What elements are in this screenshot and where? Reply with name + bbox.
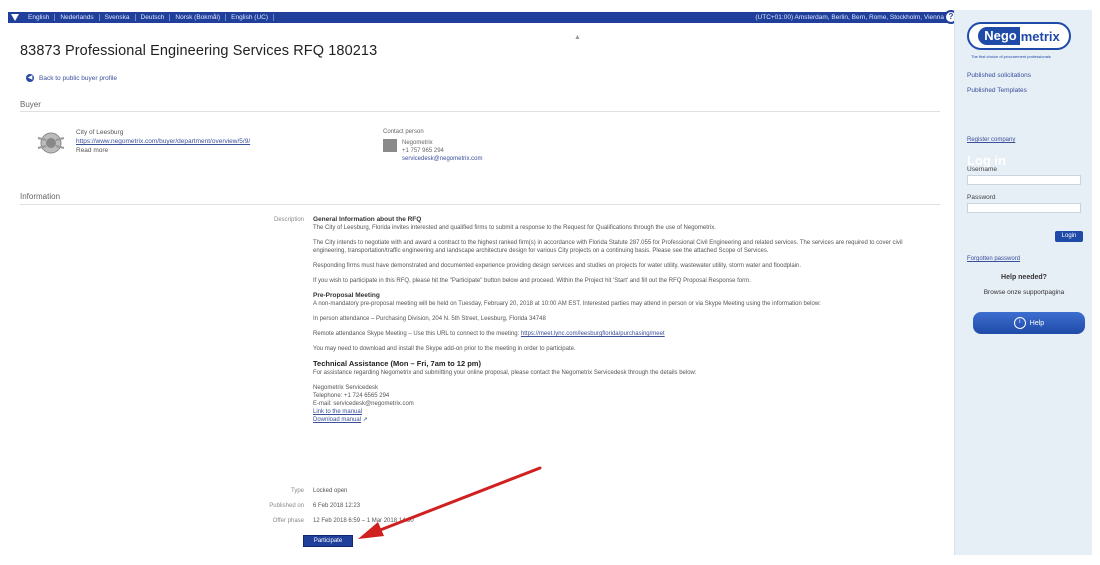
participate-button[interactable]: Participate (303, 535, 353, 547)
contact-phone: +1 757 965 294 (402, 148, 444, 154)
assist-name: Negometrix Servicedesk (313, 385, 379, 391)
buyer-organization: City of Leesburg https://www.negometrix.… (76, 128, 366, 155)
timezone-selector[interactable]: (UTC+01:00) Amsterdam, Berlin, Bern, Rom… (755, 14, 948, 21)
assist-email: E-mail: servicedesk@negometrix.com (313, 401, 414, 407)
preproposal-title: Pre-Proposal Meeting (313, 292, 380, 299)
forgotten-password-link[interactable]: Forgotten password (967, 256, 1020, 262)
external-link-icon: ➚ (362, 417, 368, 423)
contact-person: Contact person Negometrix +1 757 965 294… (383, 128, 523, 163)
password-input[interactable] (967, 203, 1081, 213)
help-button[interactable]: i Help (973, 312, 1085, 334)
lang-english[interactable]: English (23, 14, 56, 21)
register-company-link[interactable]: Register company (967, 137, 1015, 143)
password-label: Password (967, 194, 996, 201)
buyer-heading: Buyer (20, 100, 41, 109)
published-templates-link[interactable]: Published Templates (967, 87, 1027, 94)
general-info-title: General Information about the RFQ (313, 216, 422, 223)
preproposal-p1: A non-mandatory pre-proposal meeting wil… (313, 301, 821, 307)
language-bar: English Nederlands Svenska Deutsch Norsk… (8, 10, 958, 24)
back-arrow-icon: ◀ (26, 74, 34, 82)
lang-norsk[interactable]: Norsk (Bokmål) (170, 14, 227, 21)
contact-card: Negometrix +1 757 965 294 servicedesk@ne… (383, 139, 523, 163)
back-to-buyer-profile-link[interactable]: ◀ Back to public buyer profile (26, 74, 117, 82)
offer-phase-value: 12 Feb 2018 6:59 – 1 Mar 2018 14:30 (313, 518, 414, 524)
back-link-label: Back to public buyer profile (39, 74, 118, 82)
username-label: Username (967, 166, 997, 173)
general-info-p4: If you wish to participate in this RFQ, … (313, 278, 751, 284)
type-label: Type (290, 488, 304, 494)
preproposal-p3: Remote attendance Skype Meeting – Use th… (313, 331, 520, 337)
published-label: Published on (269, 503, 304, 509)
info-icon: i (1013, 317, 1026, 329)
information-heading: Information (20, 192, 61, 201)
info-divider (20, 204, 940, 205)
lang-english-uc[interactable]: English (UC) (226, 14, 275, 21)
contact-avatar-icon (383, 139, 397, 152)
negometrix-logo[interactable]: Nego metrix (967, 22, 1071, 50)
city-seal-logo (37, 132, 65, 154)
dropdown-flag-icon[interactable] (11, 14, 19, 21)
published-value: 6 Feb 2018 12:23 (313, 503, 361, 509)
help-support-text: Browse onze supportpagina (983, 289, 1065, 296)
assist-phone: Telephone: +1 724 6565 294 (313, 393, 390, 399)
preproposal-p4: You may need to download and install the… (313, 346, 576, 352)
buyer-extra[interactable]: Read more (76, 146, 366, 155)
logo-part-2: metrix (1020, 28, 1060, 44)
general-info-p2: The City intends to negotiate with and a… (313, 240, 903, 254)
page-title: 83873 Professional Engineering Services … (20, 43, 378, 59)
login-button[interactable]: Login (1055, 231, 1083, 242)
contact-name: Negometrix (402, 140, 433, 146)
username-input[interactable] (967, 175, 1081, 185)
assistance-p1: For assistance regarding Negometrix and … (313, 370, 697, 376)
help-needed-title: Help needed? (1001, 274, 1047, 281)
general-info-p3: Responding firms must have demonstrated … (313, 263, 802, 269)
lang-deutsch[interactable]: Deutsch (136, 14, 171, 21)
description-content: General Information about the RFQ The Ci… (313, 216, 923, 431)
published-solicitations-link[interactable]: Published solicitations (967, 72, 1031, 79)
contact-label: Contact person (383, 129, 424, 135)
buyer-url-link[interactable]: https://www.negometrix.com/buyer/departm… (76, 137, 366, 146)
help-button-label: Help (1029, 319, 1045, 327)
offer-phase-label: Offer phase (272, 518, 304, 524)
lang-svenska[interactable]: Svenska (100, 14, 136, 21)
lang-nederlands[interactable]: Nederlands (55, 14, 100, 21)
assistance-title: Technical Assistance (Mon – Fri, 7am to … (313, 359, 481, 368)
right-sidebar: Nego metrix The first choice of procureme… (954, 10, 1092, 555)
contact-email-link[interactable]: servicedesk@negometrix.com (402, 156, 482, 162)
description-label: Description (273, 217, 304, 223)
type-value: Locked open (313, 488, 348, 494)
manual-link[interactable]: Link to the manual (313, 409, 362, 415)
general-info-p1: The City of Leesburg, Florida invites in… (313, 225, 716, 231)
collapse-toggle-icon[interactable]: ▲ (574, 34, 581, 41)
logo-part-1: Nego (978, 27, 1020, 45)
buyer-name: City of Leesburg (76, 129, 124, 136)
buyer-divider (20, 111, 940, 112)
preproposal-p2: In person attendance – Purchasing Divisi… (313, 316, 546, 322)
download-manual-link[interactable]: Download manual (313, 417, 361, 423)
tagline: The first choice of procurement professi… (971, 54, 1051, 59)
skype-meeting-link[interactable]: https://meet.lync.com/leesburgflorida/pu… (521, 331, 665, 337)
